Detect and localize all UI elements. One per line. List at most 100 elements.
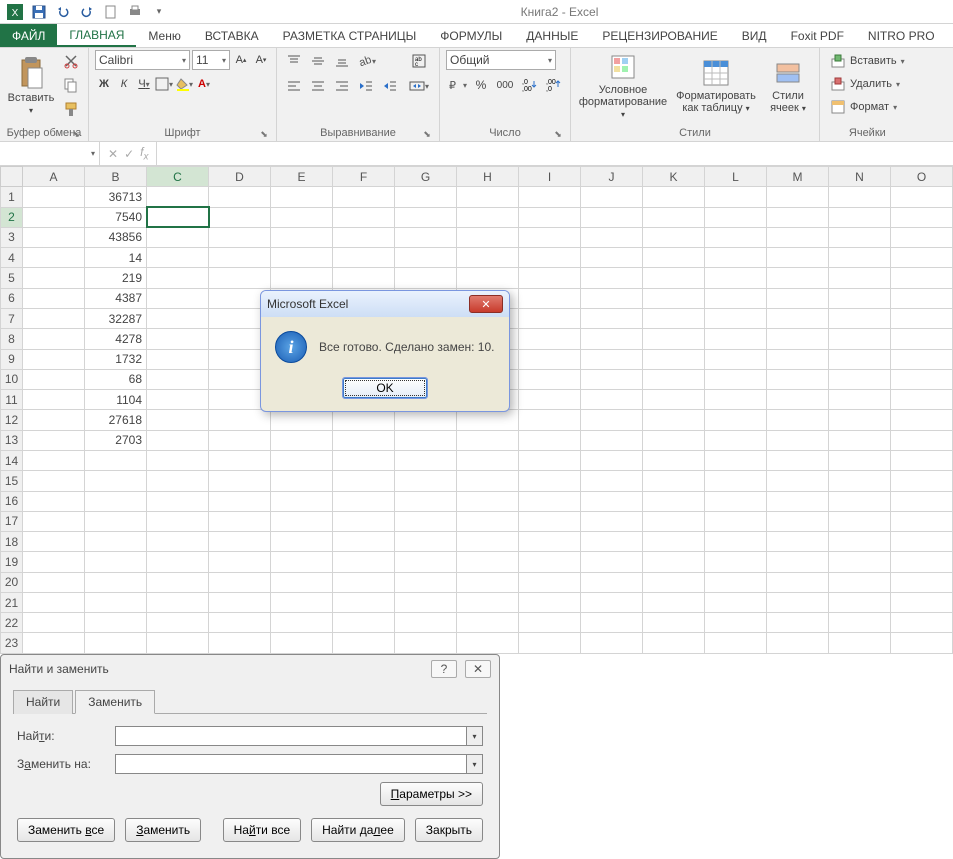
cell-F5[interactable] xyxy=(333,268,395,288)
cell-E12[interactable] xyxy=(271,410,333,430)
cell-M22[interactable] xyxy=(767,613,829,633)
column-header-F[interactable]: F xyxy=(333,167,395,187)
tab-insert[interactable]: ВСТАВКА xyxy=(193,24,271,47)
cell-E2[interactable] xyxy=(271,207,333,227)
column-header-B[interactable]: B xyxy=(85,167,147,187)
cell-J16[interactable] xyxy=(581,491,643,511)
cell-O23[interactable] xyxy=(891,633,953,654)
column-header-L[interactable]: L xyxy=(705,167,767,187)
cell-K10[interactable] xyxy=(643,369,705,389)
cell-L2[interactable] xyxy=(705,207,767,227)
row-header-9[interactable]: 9 xyxy=(1,349,23,369)
cell-O3[interactable] xyxy=(891,227,953,247)
cell-M6[interactable] xyxy=(767,288,829,308)
cell-B5[interactable]: 219 xyxy=(85,268,147,288)
cell-F13[interactable] xyxy=(333,430,395,450)
cell-I3[interactable] xyxy=(519,227,581,247)
column-header-D[interactable]: D xyxy=(209,167,271,187)
cell-I9[interactable] xyxy=(519,349,581,369)
column-header-C[interactable]: C xyxy=(147,167,209,187)
cell-N9[interactable] xyxy=(829,349,891,369)
cell-A10[interactable] xyxy=(23,369,85,389)
cell-B3[interactable]: 43856 xyxy=(85,227,147,247)
column-header-N[interactable]: N xyxy=(829,167,891,187)
delete-cells-button[interactable]: Удалить▾ xyxy=(826,73,909,95)
cell-O11[interactable] xyxy=(891,390,953,410)
accounting-format-icon[interactable]: ₽▾ xyxy=(446,74,468,96)
format-as-table-button[interactable]: Форматировать как таблицу ▾ xyxy=(673,50,759,122)
cell-A14[interactable] xyxy=(23,450,85,470)
row-header-12[interactable]: 12 xyxy=(1,410,23,430)
cell-N18[interactable] xyxy=(829,532,891,552)
cell-D22[interactable] xyxy=(209,613,271,633)
cell-A11[interactable] xyxy=(23,390,85,410)
cell-K21[interactable] xyxy=(643,592,705,612)
cell-K9[interactable] xyxy=(643,349,705,369)
cell-B21[interactable] xyxy=(85,592,147,612)
print-preview-icon[interactable] xyxy=(124,2,146,22)
cell-H13[interactable] xyxy=(457,430,519,450)
cell-C22[interactable] xyxy=(147,613,209,633)
cell-A9[interactable] xyxy=(23,349,85,369)
row-header-19[interactable]: 19 xyxy=(1,552,23,572)
cell-C16[interactable] xyxy=(147,491,209,511)
row-header-21[interactable]: 21 xyxy=(1,592,23,612)
cell-G1[interactable] xyxy=(395,187,457,207)
row-header-23[interactable]: 23 xyxy=(1,633,23,654)
find-input[interactable]: ▾ xyxy=(115,726,483,746)
cell-M13[interactable] xyxy=(767,430,829,450)
cell-I7[interactable] xyxy=(519,308,581,328)
conditional-format-button[interactable]: Условное форматирование ▾ xyxy=(577,50,669,122)
qat-customize-icon[interactable]: ▾ xyxy=(148,2,170,22)
cell-C19[interactable] xyxy=(147,552,209,572)
column-header-I[interactable]: I xyxy=(519,167,581,187)
cell-F4[interactable] xyxy=(333,248,395,268)
cell-H3[interactable] xyxy=(457,227,519,247)
params-button[interactable]: Параметры >> xyxy=(380,782,483,806)
cell-M14[interactable] xyxy=(767,450,829,470)
formula-input[interactable] xyxy=(157,142,953,165)
cell-L22[interactable] xyxy=(705,613,767,633)
cell-H15[interactable] xyxy=(457,471,519,491)
cell-L21[interactable] xyxy=(705,592,767,612)
cell-I13[interactable] xyxy=(519,430,581,450)
cell-L18[interactable] xyxy=(705,532,767,552)
cell-N5[interactable] xyxy=(829,268,891,288)
decrease-indent-icon[interactable] xyxy=(355,75,377,97)
cell-F22[interactable] xyxy=(333,613,395,633)
cell-B6[interactable]: 4387 xyxy=(85,288,147,308)
cell-H4[interactable] xyxy=(457,248,519,268)
cell-D20[interactable] xyxy=(209,572,271,592)
row-header-14[interactable]: 14 xyxy=(1,450,23,470)
row-header-3[interactable]: 3 xyxy=(1,227,23,247)
cell-J1[interactable] xyxy=(581,187,643,207)
cell-C7[interactable] xyxy=(147,308,209,328)
comma-format-icon[interactable]: 000 xyxy=(494,74,516,96)
cell-O16[interactable] xyxy=(891,491,953,511)
cell-K18[interactable] xyxy=(643,532,705,552)
cell-D3[interactable] xyxy=(209,227,271,247)
cell-L1[interactable] xyxy=(705,187,767,207)
wrap-text-icon[interactable]: abc xyxy=(405,50,433,72)
cell-C17[interactable] xyxy=(147,511,209,531)
cell-B22[interactable] xyxy=(85,613,147,633)
cell-F16[interactable] xyxy=(333,491,395,511)
cell-G17[interactable] xyxy=(395,511,457,531)
clipboard-launcher-icon[interactable]: ⬊ xyxy=(70,128,82,140)
cell-M2[interactable] xyxy=(767,207,829,227)
row-header-22[interactable]: 22 xyxy=(1,613,23,633)
excel-app-icon[interactable]: X xyxy=(4,2,26,22)
tab-page-layout[interactable]: РАЗМЕТКА СТРАНИЦЫ xyxy=(271,24,429,47)
cell-L13[interactable] xyxy=(705,430,767,450)
cell-K4[interactable] xyxy=(643,248,705,268)
cell-J12[interactable] xyxy=(581,410,643,430)
tab-review[interactable]: РЕЦЕНЗИРОВАНИЕ xyxy=(590,24,729,47)
cell-C14[interactable] xyxy=(147,450,209,470)
cell-O15[interactable] xyxy=(891,471,953,491)
cell-F14[interactable] xyxy=(333,450,395,470)
increase-decimal-icon[interactable]: ,0,00 xyxy=(518,74,540,96)
cell-A8[interactable] xyxy=(23,329,85,349)
cell-B17[interactable] xyxy=(85,511,147,531)
cell-H23[interactable] xyxy=(457,633,519,654)
cell-M9[interactable] xyxy=(767,349,829,369)
